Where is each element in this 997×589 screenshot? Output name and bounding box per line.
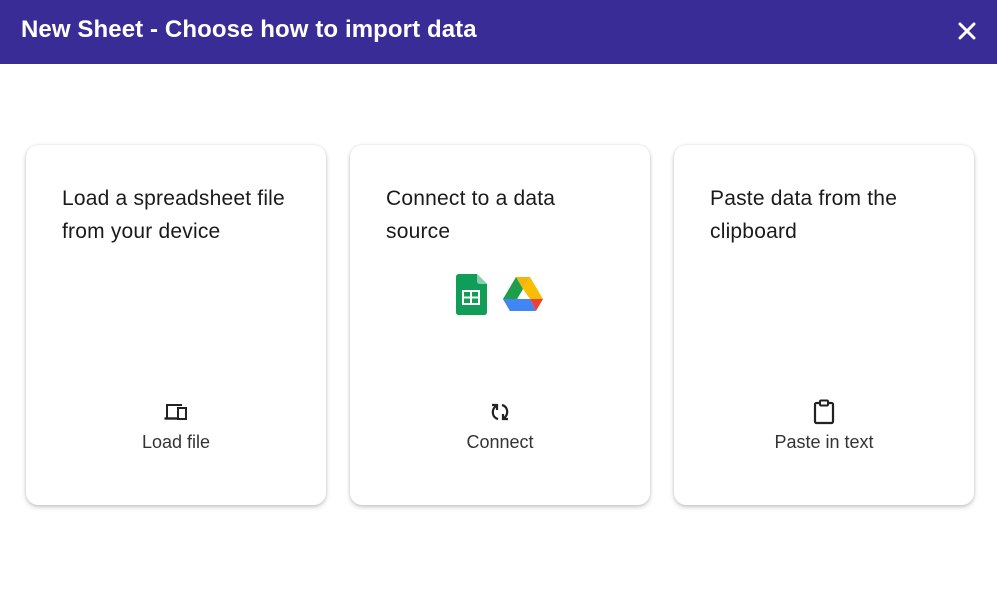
paste-action[interactable]: Paste in text: [674, 399, 974, 453]
dialog-header: New Sheet - Choose how to import data: [0, 0, 997, 64]
load-file-action[interactable]: Load file: [26, 399, 326, 453]
paste-description: Paste data from the clipboard: [710, 187, 898, 243]
paste-label: Paste in text: [774, 432, 874, 452]
load-file-card[interactable]: Load a spreadsheet file from your device…: [26, 145, 326, 505]
close-button[interactable]: [955, 19, 979, 43]
google-sheets-icon: [456, 274, 487, 315]
sync-icon: [491, 403, 509, 421]
load-file-description: Load a spreadsheet file from your device: [62, 187, 285, 243]
paste-card[interactable]: Paste data from the clipboard Paste in t…: [674, 145, 974, 505]
import-options: Load a spreadsheet file from your device…: [26, 145, 974, 505]
dialog-title: New Sheet - Choose how to import data: [21, 16, 477, 43]
connect-action[interactable]: Connect: [350, 399, 650, 453]
connect-card[interactable]: Connect to a data source Connect: [350, 145, 650, 505]
clipboard-icon: [813, 399, 835, 425]
close-icon: [958, 22, 976, 40]
devices-icon: [164, 404, 187, 420]
connector-logos: [456, 274, 546, 315]
connect-description: Connect to a data source: [386, 187, 556, 243]
google-drive-icon: [503, 277, 543, 311]
connect-label: Connect: [466, 432, 534, 452]
load-file-label: Load file: [141, 432, 211, 452]
